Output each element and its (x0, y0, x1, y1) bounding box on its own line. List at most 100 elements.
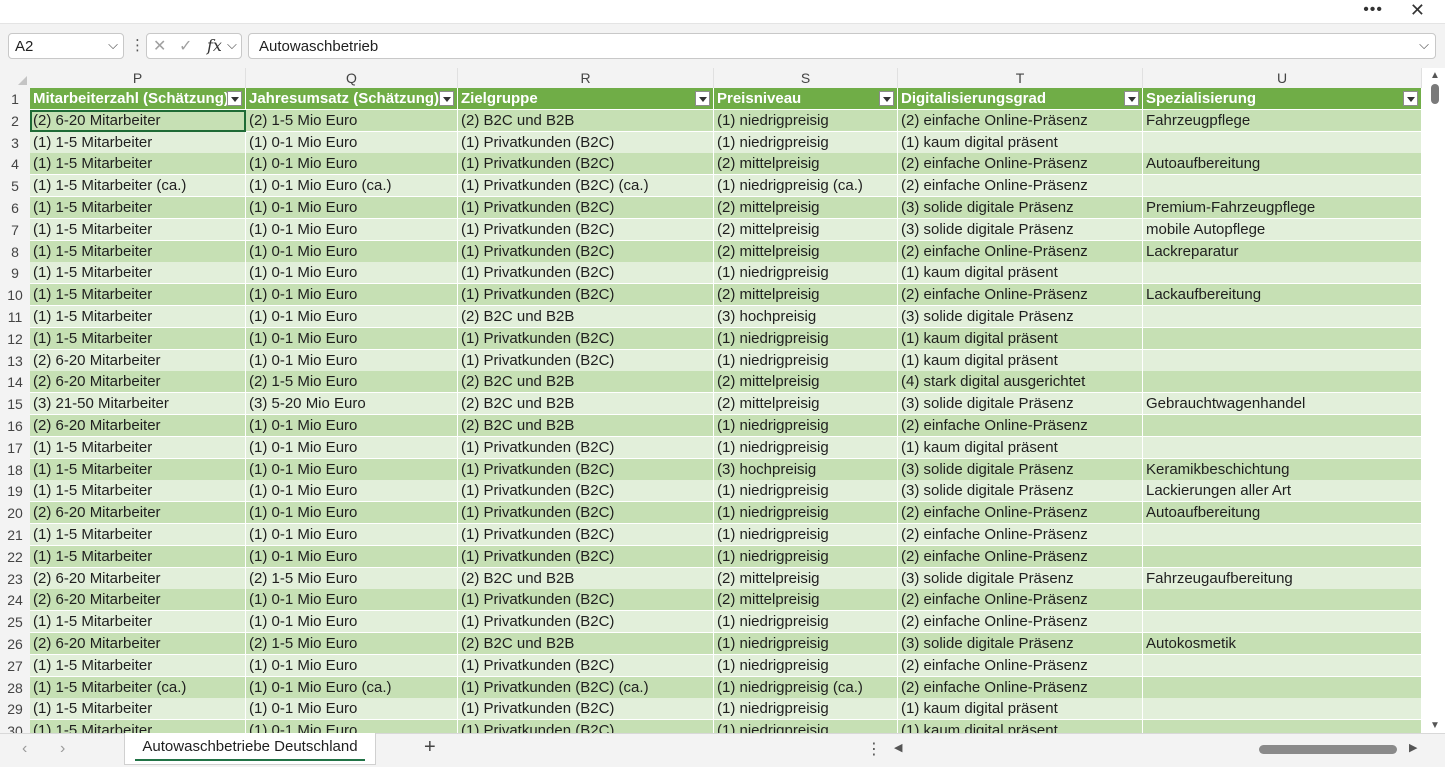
cell-q[interactable]: (1) 0-1 Mio Euro (246, 262, 458, 285)
cell-r[interactable]: (1) Privatkunden (B2C) (458, 218, 714, 241)
row-header[interactable]: 29 (0, 698, 30, 721)
cell-p[interactable]: (1) 1-5 Mitarbeiter (30, 197, 246, 219)
row-header[interactable]: 10 (0, 284, 30, 307)
row-header[interactable]: 14 (0, 371, 30, 394)
vertical-scroll-thumb[interactable] (1431, 84, 1439, 104)
cell-q[interactable]: (1) 0-1 Mio Euro (246, 436, 458, 459)
cell-t[interactable]: (3) solide digitale Präsenz (898, 567, 1143, 590)
cell-r[interactable]: (1) Privatkunden (B2C) (458, 654, 714, 677)
row-header[interactable]: 27 (0, 654, 30, 677)
cell-p[interactable]: (1) 1-5 Mitarbeiter (30, 306, 246, 328)
cell-p[interactable]: (1) 1-5 Mitarbeiter (30, 153, 246, 176)
cell-u[interactable] (1143, 349, 1422, 372)
cell-t[interactable]: (2) einfache Online-Präsenz (898, 524, 1143, 546)
cell-t[interactable]: (1) kaum digital präsent (898, 349, 1143, 372)
vertical-scrollbar[interactable]: ▲ ▼ (1426, 68, 1445, 733)
cell-u[interactable]: Lackaufbereitung (1143, 284, 1422, 307)
add-sheet-button[interactable]: + (424, 736, 436, 759)
cell-r[interactable]: (1) Privatkunden (B2C) (458, 502, 714, 525)
cell-r[interactable]: (2) B2C und B2B (458, 633, 714, 655)
cell-p[interactable]: (1) 1-5 Mitarbeiter (30, 611, 246, 634)
filter-dropdown-icon[interactable] (1403, 91, 1418, 106)
cell-r[interactable]: (2) B2C und B2B (458, 567, 714, 590)
row-header[interactable]: 8 (0, 240, 30, 263)
cell-t[interactable]: (2) einfache Online-Präsenz (898, 240, 1143, 263)
cell-r[interactable]: (1) Privatkunden (B2C) (458, 240, 714, 263)
cell-p[interactable]: (2) 6-20 Mitarbeiter (30, 589, 246, 612)
chevron-right-icon[interactable]: › (60, 740, 65, 758)
formula-input[interactable]: Autowaschbetrieb ⌵ (248, 33, 1436, 59)
cell-p[interactable]: (1) 1-5 Mitarbeiter (ca.) (30, 175, 246, 198)
cell-q[interactable]: (1) 0-1 Mio Euro (246, 306, 458, 328)
cell-t[interactable]: (3) solide digitale Präsenz (898, 393, 1143, 416)
row-header[interactable]: 2 (0, 109, 30, 132)
cell-s[interactable]: (1) niedrigpreisig (714, 698, 898, 721)
sheet-tab-active[interactable]: Autowaschbetriebe Deutschland (124, 733, 376, 765)
cell-s[interactable]: (1) niedrigpreisig (714, 654, 898, 677)
cell-s[interactable]: (2) mittelpreisig (714, 589, 898, 612)
cell-r[interactable]: (1) Privatkunden (B2C) (458, 611, 714, 634)
cell-s[interactable]: (1) niedrigpreisig (714, 262, 898, 285)
cell-p[interactable]: (1) 1-5 Mitarbeiter (30, 524, 246, 546)
cell-u[interactable]: Fahrzeugaufbereitung (1143, 567, 1422, 590)
cell-q[interactable]: (2) 1-5 Mio Euro (246, 371, 458, 394)
cell-r[interactable]: (1) Privatkunden (B2C) (458, 349, 714, 372)
header-cell-q[interactable]: Jahresumsatz (Schätzung) (246, 88, 458, 110)
cell-p[interactable]: (1) 1-5 Mitarbeiter (30, 240, 246, 263)
cell-t[interactable]: (3) solide digitale Präsenz (898, 633, 1143, 655)
cell-r[interactable]: (1) Privatkunden (B2C) (458, 589, 714, 612)
header-cell-t[interactable]: Digitalisierungsgrad (898, 88, 1143, 110)
cell-p[interactable]: (1) 1-5 Mitarbeiter (30, 218, 246, 241)
scroll-down-icon[interactable]: ▼ (1430, 720, 1440, 731)
cell-p[interactable]: (2) 6-20 Mitarbeiter (30, 633, 246, 655)
cell-r[interactable]: (1) Privatkunden (B2C) (458, 480, 714, 503)
cell-t[interactable]: (1) kaum digital präsent (898, 720, 1143, 733)
row-header[interactable]: 13 (0, 349, 30, 372)
row-header[interactable]: 18 (0, 458, 30, 481)
header-cell-s[interactable]: Preisniveau (714, 88, 898, 110)
filter-dropdown-icon[interactable] (695, 91, 710, 106)
cell-r[interactable]: (1) Privatkunden (B2C) (ca.) (458, 175, 714, 198)
row-header[interactable]: 12 (0, 327, 30, 350)
cell-q[interactable]: (1) 0-1 Mio Euro (ca.) (246, 175, 458, 198)
cell-u[interactable]: mobile Autopflege (1143, 218, 1422, 241)
row-header[interactable]: 4 (0, 153, 30, 176)
cell-r[interactable]: (2) B2C und B2B (458, 371, 714, 394)
cell-p[interactable]: (1) 1-5 Mitarbeiter (ca.) (30, 676, 246, 699)
row-header[interactable]: 25 (0, 611, 30, 634)
scroll-right-icon[interactable]: ▶ (1409, 741, 1417, 754)
cell-q[interactable]: (1) 0-1 Mio Euro (246, 327, 458, 350)
cell-p[interactable]: (1) 1-5 Mitarbeiter (30, 480, 246, 503)
row-header[interactable]: 5 (0, 175, 30, 198)
cell-u[interactable] (1143, 545, 1422, 568)
cell-s[interactable]: (2) mittelpreisig (714, 393, 898, 416)
cell-u[interactable] (1143, 436, 1422, 459)
cell-r[interactable]: (1) Privatkunden (B2C) (458, 720, 714, 733)
cell-t[interactable]: (1) kaum digital präsent (898, 262, 1143, 285)
cell-q[interactable]: (1) 0-1 Mio Euro (246, 218, 458, 241)
row-header[interactable]: 15 (0, 393, 30, 416)
cell-r[interactable]: (1) Privatkunden (B2C) (ca.) (458, 676, 714, 699)
cell-s[interactable]: (1) niedrigpreisig (714, 415, 898, 437)
row-header[interactable]: 20 (0, 502, 30, 525)
cell-p[interactable]: (1) 1-5 Mitarbeiter (30, 327, 246, 350)
cell-s[interactable]: (2) mittelpreisig (714, 567, 898, 590)
cell-p[interactable]: (1) 1-5 Mitarbeiter (30, 545, 246, 568)
cell-r[interactable]: (1) Privatkunden (B2C) (458, 262, 714, 285)
cell-t[interactable]: (2) einfache Online-Präsenz (898, 284, 1143, 307)
vertical-dots-icon[interactable]: ⋮ (130, 36, 145, 54)
cell-q[interactable]: (1) 0-1 Mio Euro (246, 349, 458, 372)
cell-s[interactable]: (1) niedrigpreisig (714, 633, 898, 655)
scroll-up-icon[interactable]: ▲ (1430, 70, 1440, 81)
cell-p[interactable]: (1) 1-5 Mitarbeiter (30, 720, 246, 733)
cell-p[interactable]: (3) 21-50 Mitarbeiter (30, 393, 246, 416)
column-header-q[interactable]: Q (246, 68, 458, 88)
cell-q[interactable]: (1) 0-1 Mio Euro (246, 698, 458, 721)
cell-r[interactable]: (1) Privatkunden (B2C) (458, 524, 714, 546)
cancel-icon[interactable]: ✕ (153, 36, 166, 56)
cell-q[interactable]: (1) 0-1 Mio Euro (246, 131, 458, 154)
cell-s[interactable]: (1) niedrigpreisig (714, 545, 898, 568)
cell-s[interactable]: (2) mittelpreisig (714, 153, 898, 176)
cell-q[interactable]: (1) 0-1 Mio Euro (246, 197, 458, 219)
cell-t[interactable]: (1) kaum digital präsent (898, 131, 1143, 154)
